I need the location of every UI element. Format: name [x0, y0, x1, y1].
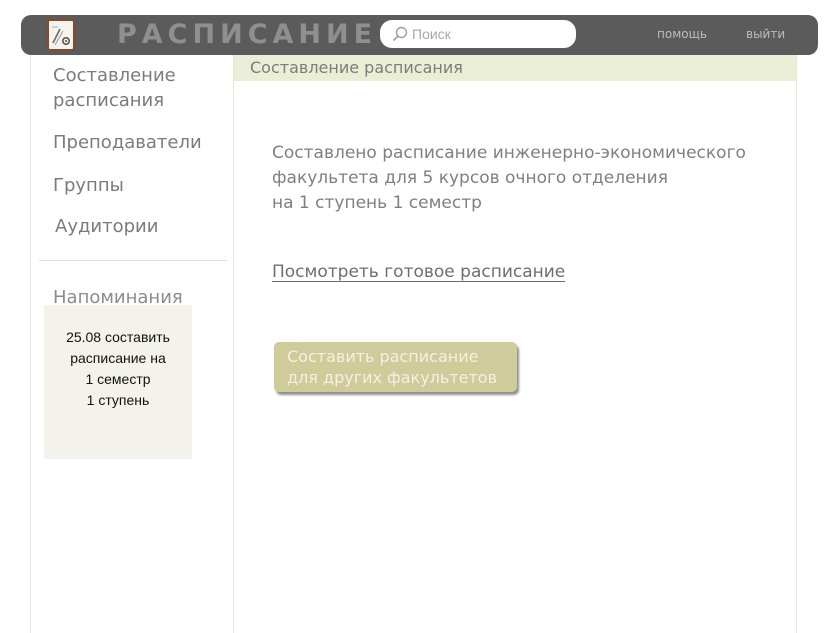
logout-link[interactable]: выйти: [746, 27, 785, 41]
sidebar-item-classrooms[interactable]: Аудитории: [55, 214, 158, 239]
search-icon: [392, 26, 408, 42]
app-title: РАСПИСАНИЕ: [117, 19, 378, 50]
compose-button-label: для других факультетов: [287, 368, 498, 387]
sidebar: Составление расписания Преподаватели Гру…: [30, 55, 234, 633]
main-panel: Составление расписания Составлено распис…: [233, 55, 797, 633]
sidebar-item-teachers[interactable]: Преподаватели: [53, 130, 202, 155]
search-box[interactable]: [380, 20, 576, 48]
status-line: факультета для 5 курсов очного отделения: [272, 168, 668, 188]
help-link[interactable]: помощь: [657, 27, 707, 41]
section-title: Составление расписания: [250, 58, 463, 77]
compose-other-faculties-button[interactable]: Составить расписание для других факульте…: [274, 342, 517, 392]
schedule-document-icon: [47, 19, 75, 51]
sidebar-divider: [39, 260, 227, 261]
sidebar-item-schedule-composition[interactable]: Составление расписания: [53, 63, 213, 113]
header-bar: РАСПИСАНИЕ помощь выйти: [21, 15, 818, 55]
reminder-note: 25.08 составить расписание на 1 семестр …: [44, 305, 192, 459]
section-header: Составление расписания: [234, 55, 796, 81]
status-message: Составлено расписание инженерно-экономич…: [272, 141, 792, 216]
status-line: на 1 ступень 1 семестр: [272, 193, 482, 213]
view-schedule-link[interactable]: Посмотреть готовое расписание: [272, 262, 565, 282]
app-window: РАСПИСАНИЕ помощь выйти Составление расп…: [0, 0, 835, 633]
search-input[interactable]: [412, 24, 562, 44]
reminder-text: 25.08 составить расписание на 1 семестр …: [66, 329, 170, 408]
status-line: Составлено расписание инженерно-экономич…: [272, 143, 746, 163]
sidebar-item-groups[interactable]: Группы: [53, 173, 124, 198]
compose-button-label: Составить расписание: [287, 347, 479, 366]
